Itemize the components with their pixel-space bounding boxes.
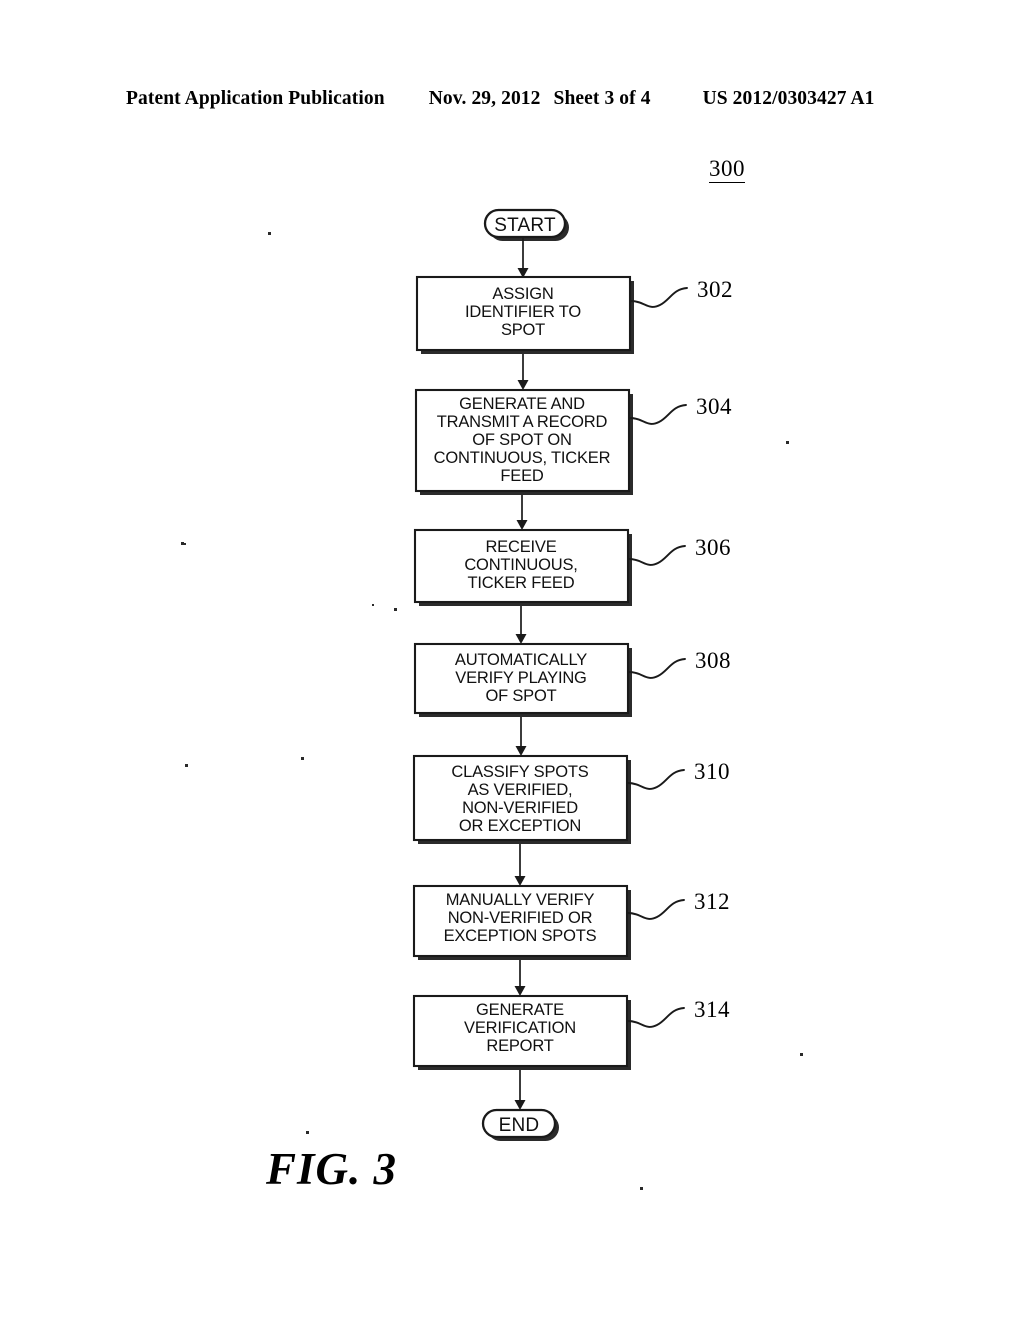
figure-caption: FIG. 3 [266, 1144, 398, 1194]
leader-312: 312 [627, 889, 730, 920]
flowchart-start-terminal: START [483, 208, 569, 241]
step-314-line-1: GENERATE [476, 1001, 564, 1019]
step-308-line-3: OF SPOT [485, 687, 556, 705]
step-306-reference-numeral: 306 [695, 535, 731, 560]
connector-308-to-310 [515, 717, 527, 756]
start-terminal-label: START [494, 215, 556, 236]
flowchart-step-306: RECEIVE CONTINUOUS, TICKER FEED [413, 528, 632, 606]
step-306-line-1: RECEIVE [485, 538, 556, 556]
step-308-line-2: VERIFY PLAYING [455, 669, 586, 687]
step-302-line-3: SPOT [501, 321, 545, 339]
flowchart-step-312: MANUALLY VERIFY NON-VERIFIED OR EXCEPTIO… [412, 884, 631, 960]
flowchart-step-302: ASSIGN IDENTIFIER TO SPOT [415, 275, 634, 354]
step-304-reference-numeral: 304 [696, 394, 732, 419]
step-306-line-3: TICKER FEED [468, 574, 575, 592]
step-310-line-2: AS VERIFIED, [468, 781, 573, 799]
flowchart-step-314: GENERATE VERIFICATION REPORT [412, 994, 631, 1070]
step-306-line-2: CONTINUOUS, [464, 556, 577, 574]
step-310-line-1: CLASSIFY SPOTS [451, 763, 588, 781]
step-308-line-1: AUTOMATICALLY [455, 651, 587, 669]
connector-314-to-end [514, 1070, 526, 1110]
flowchart-step-310: CLASSIFY SPOTS AS VERIFIED, NON-VERIFIED… [412, 754, 631, 844]
step-308-reference-numeral: 308 [695, 648, 731, 673]
connector-304-to-306 [516, 495, 528, 530]
leader-302: 302 [630, 277, 733, 308]
leader-306: 306 [628, 535, 731, 566]
step-302-line-2: IDENTIFIER TO [465, 303, 581, 321]
connector-start-to-302 [517, 238, 529, 278]
step-304-line-1: GENERATE AND [459, 395, 585, 413]
flowchart-step-304: GENERATE AND TRANSMIT A RECORD OF SPOT O… [414, 388, 633, 495]
step-314-line-2: VERIFICATION [464, 1019, 576, 1037]
step-314-line-3: REPORT [486, 1037, 553, 1055]
flowchart-step-308: AUTOMATICALLY VERIFY PLAYING OF SPOT [413, 642, 632, 717]
step-304-line-4: CONTINUOUS, TICKER [434, 449, 611, 467]
step-304-line-5: FEED [500, 467, 543, 485]
step-312-reference-numeral: 312 [694, 889, 730, 914]
flowchart-diagram: START ASSIGN IDENTIFIER TO SPOT 302 GENE… [181, 208, 803, 1190]
leader-314: 314 [627, 997, 730, 1028]
flowchart-end-terminal: END [481, 1108, 559, 1141]
step-310-line-4: OR EXCEPTION [459, 817, 581, 835]
end-terminal-label: END [499, 1115, 540, 1136]
step-302-reference-numeral: 302 [697, 277, 733, 302]
leader-308: 308 [628, 648, 731, 679]
step-310-reference-numeral: 310 [694, 759, 730, 784]
step-304-line-2: TRANSMIT A RECORD [437, 413, 608, 431]
step-314-reference-numeral: 314 [694, 997, 730, 1022]
step-310-line-3: NON-VERIFIED [462, 799, 578, 817]
connector-310-to-312 [514, 844, 526, 886]
leader-304: 304 [629, 394, 732, 425]
step-312-line-1: MANUALLY VERIFY [446, 891, 595, 909]
step-312-line-3: EXCEPTION SPOTS [444, 927, 597, 945]
step-302-line-1: ASSIGN [492, 285, 553, 303]
connector-302-to-304 [517, 354, 529, 390]
connector-312-to-314 [514, 960, 526, 996]
leader-310: 310 [627, 759, 730, 790]
step-312-line-2: NON-VERIFIED OR [448, 909, 593, 927]
step-304-line-3: OF SPOT ON [472, 431, 571, 449]
connector-306-to-308 [515, 606, 527, 644]
